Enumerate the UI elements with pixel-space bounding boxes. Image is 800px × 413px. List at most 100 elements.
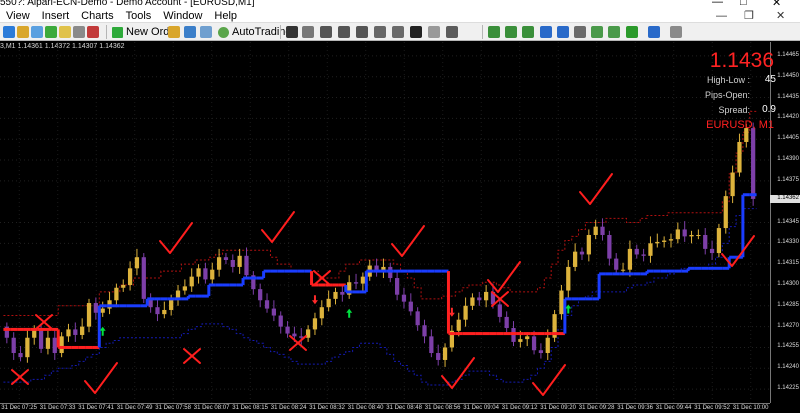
child-close-button[interactable]: ✕: [776, 9, 785, 23]
candle-body: [66, 329, 71, 337]
candle-body: [429, 336, 434, 354]
menu-insert[interactable]: Insert: [36, 9, 76, 22]
close-button[interactable]: ✕: [772, 0, 781, 9]
candle-body: [196, 268, 201, 277]
candle-body: [696, 234, 701, 236]
candle-body: [627, 248, 633, 270]
candlestick: [716, 223, 722, 258]
options-icon[interactable]: [200, 26, 212, 38]
autoscroll-icon[interactable]: [591, 26, 603, 38]
spread-row: Spread: 0.9: [684, 103, 776, 118]
terminal-icon[interactable]: [73, 26, 85, 38]
profiles-icon[interactable]: [17, 26, 29, 38]
candlestick: [497, 300, 502, 323]
candle-body: [326, 298, 331, 308]
candle-body: [258, 289, 263, 301]
candle-body: [127, 268, 133, 285]
candlestick: [737, 133, 742, 177]
maximize-button[interactable]: □: [740, 0, 747, 8]
menu-bar: View Insert Charts Tools Window Help: [0, 9, 800, 23]
menu-help[interactable]: Help: [208, 9, 243, 22]
candle-body: [292, 333, 297, 337]
channel-icon[interactable]: [374, 26, 386, 38]
horizontal-line-icon[interactable]: [338, 26, 350, 38]
zoom-in-icon[interactable]: [540, 26, 552, 38]
candlestick: [408, 293, 413, 316]
shapes-icon[interactable]: [446, 26, 458, 38]
candlestick: [100, 301, 105, 317]
candlestick: [415, 307, 420, 331]
fibonacci-icon[interactable]: [392, 26, 404, 38]
candlestick: [230, 254, 235, 273]
text-icon[interactable]: [410, 26, 422, 38]
label-icon[interactable]: [428, 26, 440, 38]
candle-body: [182, 286, 187, 291]
candle-body: [538, 350, 544, 354]
candle-body: [662, 240, 667, 242]
price-tick-label: 1.14240: [777, 364, 799, 371]
metaeditor-icon[interactable]: [168, 26, 180, 38]
vertical-line-icon[interactable]: [320, 26, 332, 38]
high-low-label: High-Low :: [706, 75, 750, 85]
periods-icon[interactable]: [648, 26, 660, 38]
child-minimize-button[interactable]: —: [716, 9, 727, 23]
bar-chart-icon[interactable]: [488, 26, 500, 38]
candle-body: [237, 255, 242, 267]
history-icon[interactable]: [184, 26, 196, 38]
indicators-icon[interactable]: [626, 26, 638, 38]
checkmark-icon: [721, 235, 755, 267]
high-low-value: 45: [764, 74, 776, 85]
candlestick: [189, 268, 194, 292]
candlestick: [107, 291, 112, 315]
candlestick-icon[interactable]: [505, 26, 517, 38]
tester-icon[interactable]: [87, 26, 99, 38]
time-tick-label: 31 Dec 07:25: [1, 405, 37, 411]
candle-body: [73, 329, 78, 335]
candlestick: [278, 311, 283, 334]
price-tick-label: 1.14315: [777, 260, 799, 267]
candlestick: [203, 262, 208, 284]
candlestick: [627, 240, 633, 277]
toolbar-separator: [280, 25, 281, 39]
price-chart[interactable]: 3,M1 1.14361 1.14372 1.14307 1.14362 1.1…: [0, 42, 800, 413]
price-tick-label: 1.14435: [777, 93, 799, 100]
candlestick: [175, 284, 181, 306]
new-chart-icon[interactable]: [3, 26, 15, 38]
candlestick: [134, 248, 140, 276]
candlestick: [258, 283, 263, 308]
checkmark-icon: [84, 362, 118, 394]
candle-body: [668, 239, 674, 241]
crosshair-icon[interactable]: [302, 26, 314, 38]
menu-window[interactable]: Window: [157, 9, 208, 22]
menu-view[interactable]: View: [0, 9, 36, 22]
candle-body: [470, 297, 475, 306]
candlestick: [579, 247, 585, 260]
trendline-icon[interactable]: [356, 26, 368, 38]
candle-body: [401, 294, 407, 302]
candlestick: [52, 329, 57, 360]
cursor-icon[interactable]: [286, 26, 298, 38]
menu-tools[interactable]: Tools: [120, 9, 158, 22]
menu-charts[interactable]: Charts: [75, 9, 119, 22]
templates-icon[interactable]: [670, 26, 682, 38]
navigator-icon[interactable]: [59, 26, 71, 38]
time-tick-label: 31 Dec 08:24: [270, 405, 307, 411]
candle-body: [709, 248, 715, 254]
candlestick: [662, 236, 667, 248]
market-watch-icon[interactable]: [31, 26, 43, 38]
line-chart-icon[interactable]: [522, 26, 534, 38]
candle-body: [730, 172, 735, 197]
data-window-icon[interactable]: [45, 26, 57, 38]
candlestick: [210, 262, 215, 285]
child-restore-button[interactable]: ❐: [744, 9, 754, 23]
zoom-out-icon[interactable]: [557, 26, 569, 38]
candle-body: [114, 287, 119, 301]
candlestick: [73, 322, 78, 342]
chart-shift-icon[interactable]: [608, 26, 620, 38]
candle-body: [189, 276, 194, 287]
grid-lines: [0, 42, 770, 403]
minimize-button[interactable]: —: [712, 0, 723, 8]
tile-windows-icon[interactable]: [574, 26, 586, 38]
candlestick: [470, 293, 475, 310]
candlestick: [504, 311, 509, 335]
